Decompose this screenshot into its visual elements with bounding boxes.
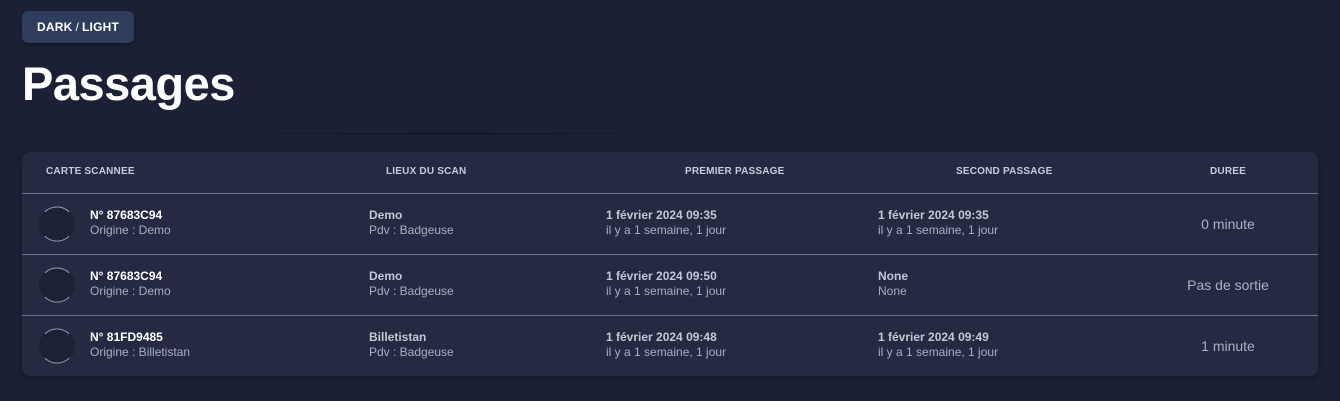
title-divider: [200, 133, 700, 134]
second-pass-date: 1 février 2024 09:49: [878, 330, 989, 344]
second-pass-cell: None None: [878, 269, 908, 299]
second-pass-ago: il y a 1 semaine, 1 jour: [878, 345, 999, 359]
place-name: Demo: [369, 269, 403, 283]
toggle-separator: /: [75, 20, 79, 34]
header-premier-passage: PREMIER PASSAGE: [685, 166, 785, 177]
second-pass-date: None: [878, 269, 908, 283]
second-pass-ago: il y a 1 semaine, 1 jour: [878, 223, 999, 237]
header-second-passage: SECOND PASSAGE: [956, 166, 1053, 177]
toggle-light-label: LIGHT: [82, 20, 119, 34]
first-pass-ago: il y a 1 semaine, 1 jour: [606, 223, 727, 237]
place-pdv: Pdv : Badgeuse: [369, 284, 454, 298]
table-header: CARTE SCANNEE LIEUX DU SCAN PREMIER PASS…: [22, 152, 1318, 194]
second-pass-ago: None: [878, 284, 907, 298]
header-carte-scannee: CARTE SCANNEE: [46, 166, 135, 177]
theme-toggle-button[interactable]: DARK / LIGHT: [22, 11, 134, 43]
page-title: Passages: [22, 57, 235, 110]
card-origin: Origine : Demo: [90, 223, 171, 237]
place-cell: Demo Pdv : Badgeuse: [369, 208, 454, 238]
card-cell: N° 87683C94 Origine : Demo: [90, 208, 171, 238]
table-row: N° 87683C94 Origine : Demo Demo Pdv : Ba…: [22, 194, 1318, 255]
card-avatar: [39, 328, 75, 364]
toggle-dark-label: DARK: [36, 20, 73, 34]
first-pass-date: 1 février 2024 09:48: [606, 330, 717, 344]
first-pass-cell: 1 février 2024 09:35 il y a 1 semaine, 1…: [606, 208, 726, 238]
second-pass-cell: 1 février 2024 09:49 il y a 1 semaine, 1…: [878, 330, 998, 360]
first-pass-cell: 1 février 2024 09:48 il y a 1 semaine, 1…: [606, 330, 726, 360]
first-pass-ago: il y a 1 semaine, 1 jour: [606, 345, 727, 359]
card-cell: N° 87683C94 Origine : Demo: [90, 269, 171, 299]
header-duree: DUREE: [1210, 166, 1247, 177]
card-cell: N° 81FD9485 Origine : Billetistan: [90, 330, 190, 360]
second-pass-date: 1 février 2024 09:35: [878, 208, 989, 222]
duration: 1 minute: [1201, 338, 1255, 354]
passages-table: CARTE SCANNEE LIEUX DU SCAN PREMIER PASS…: [22, 152, 1318, 376]
card-origin: Origine : Billetistan: [90, 345, 191, 359]
first-pass-date: 1 février 2024 09:50: [606, 269, 717, 283]
place-pdv: Pdv : Badgeuse: [369, 223, 454, 237]
place-pdv: Pdv : Badgeuse: [369, 345, 454, 359]
place-name: Billetistan: [369, 330, 427, 344]
card-number: N° 87683C94: [90, 269, 163, 283]
first-pass-cell: 1 février 2024 09:50 il y a 1 semaine, 1…: [606, 269, 726, 299]
card-avatar: [39, 206, 75, 242]
table-row: N° 87683C94 Origine : Demo Demo Pdv : Ba…: [22, 255, 1318, 316]
first-pass-date: 1 février 2024 09:35: [606, 208, 717, 222]
header-lieux-du-scan: LIEUX DU SCAN: [386, 166, 467, 177]
duration: 0 minute: [1201, 216, 1255, 232]
card-origin: Origine : Demo: [90, 284, 171, 298]
second-pass-cell: 1 février 2024 09:35 il y a 1 semaine, 1…: [878, 208, 998, 238]
card-avatar: [39, 267, 75, 303]
duration: Pas de sortie: [1187, 277, 1269, 293]
place-cell: Billetistan Pdv : Badgeuse: [369, 330, 454, 360]
first-pass-ago: il y a 1 semaine, 1 jour: [606, 284, 727, 298]
page: DARK / LIGHT Passages CARTE SCANNEE LIEU…: [0, 0, 1340, 401]
table-row: N° 81FD9485 Origine : Billetistan Billet…: [22, 316, 1318, 376]
card-number: N° 87683C94: [90, 208, 163, 222]
place-cell: Demo Pdv : Badgeuse: [369, 269, 454, 299]
card-number: N° 81FD9485: [90, 330, 163, 344]
place-name: Demo: [369, 208, 403, 222]
